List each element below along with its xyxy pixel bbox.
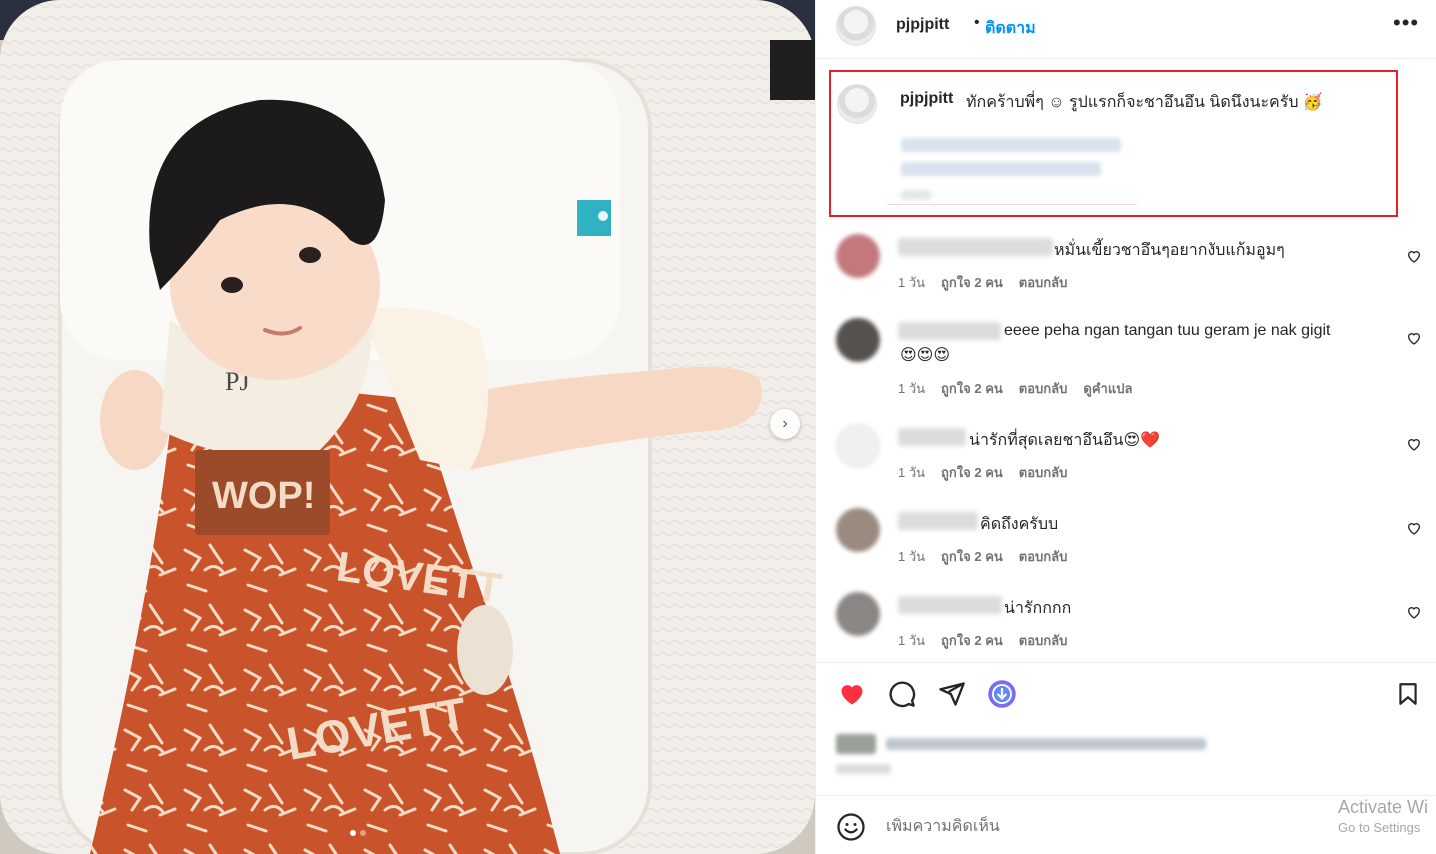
commenter-name[interactable] xyxy=(898,428,966,446)
paper-plane-icon xyxy=(939,682,965,706)
comment-likes[interactable]: ถูกใจ 2 คน xyxy=(941,546,1003,567)
input-divider xyxy=(816,795,1436,796)
liked-by-avatars xyxy=(836,734,876,754)
comment-text: หมั่นเขี้ยวชาอึนๆอยากงับแก้มอูมๆ xyxy=(1054,242,1285,259)
comment-input[interactable] xyxy=(886,816,1306,838)
caption-text: ทักคร้าบพี่ๆ ☺︎ รูปแรกก็จะชาอึนอึน นิดนึ… xyxy=(966,94,1323,111)
header-divider xyxy=(816,58,1436,59)
heart-outline-icon[interactable] xyxy=(1406,604,1422,620)
caption-hidden-line xyxy=(901,190,931,200)
comment-likes[interactable]: ถูกใจ 2 คน xyxy=(941,462,1003,483)
chevron-right-icon: › xyxy=(782,415,788,432)
comment-button[interactable] xyxy=(886,678,918,710)
comment-likes[interactable]: ถูกใจ 2 คน xyxy=(941,272,1003,293)
commenter-name[interactable] xyxy=(898,322,1001,340)
reply-button[interactable]: ตอบกลับ xyxy=(1019,462,1068,483)
save-button[interactable] xyxy=(1392,678,1424,710)
windows-activation-watermark: Activate Wi Go to Settings xyxy=(1338,797,1428,835)
comment-meta: 1 วัน ถูกใจ 2 คน ตอบกลับ xyxy=(898,462,1083,483)
follow-button[interactable]: ติดตาม xyxy=(985,16,1036,41)
comment-time: 1 วัน xyxy=(898,275,926,290)
caption-underline xyxy=(887,204,1137,205)
commenter-avatar[interactable] xyxy=(836,318,880,362)
heart-outline-icon[interactable] xyxy=(1406,248,1422,264)
comment-item: หมั่นเขี้ยวชาอึนๆอยากงับแก้มอูมๆ 1 วัน ถ… xyxy=(816,234,1436,314)
watermark-line1: Activate Wi xyxy=(1338,797,1429,817)
bookmark-icon xyxy=(1399,683,1417,705)
author-avatar[interactable] xyxy=(836,6,876,46)
post-photo: PJ WOP! LOVETT LOVETT › xyxy=(0,0,815,854)
liked-by-text xyxy=(886,738,1206,750)
carousel-dots xyxy=(350,830,366,836)
comment-text-emoji: 😍😍😍 xyxy=(900,347,951,364)
comment-item: น่ารักที่สุดเลยชาอึนอึน😍❤️ 1 วัน ถูกใจ 2… xyxy=(816,424,1436,504)
comment-time: 1 วัน xyxy=(898,549,926,564)
heart-outline-icon[interactable] xyxy=(1406,330,1422,346)
comment-text: น่ารักที่สุดเลยชาอึนอึน😍❤️ xyxy=(969,432,1161,449)
post-side-panel: pjpjpitt • ติดตาม ••• pjpjpitt ทักคร้าบพ… xyxy=(815,0,1436,854)
comment-text: น่ารักกกก xyxy=(1004,600,1072,617)
download-circle-icon xyxy=(988,680,1016,708)
actions-divider xyxy=(816,662,1436,663)
comment-meta: 1 วัน ถูกใจ 2 คน ตอบกลับ ดูคำแปล xyxy=(898,378,1148,399)
comment-text: คิดถึงครับบ xyxy=(980,516,1059,533)
watermark-line2: Go to Settings xyxy=(1338,820,1421,835)
reply-button[interactable]: ตอบกลับ xyxy=(1019,272,1068,293)
post-header: pjpjpitt • ติดตาม ••• xyxy=(816,0,1436,52)
reply-button[interactable]: ตอบกลับ xyxy=(1019,378,1068,399)
comment-item: eeee peha ngan tangan tuu geram je nak g… xyxy=(816,318,1436,398)
separator-dot: • xyxy=(974,14,980,31)
reply-button[interactable]: ตอบกลับ xyxy=(1019,630,1068,651)
translate-button[interactable]: ดูคำแปล xyxy=(1083,378,1132,399)
pocket-text: WOP! xyxy=(212,475,315,517)
heart-outline-icon[interactable] xyxy=(1406,520,1422,536)
commenter-name[interactable] xyxy=(898,596,1002,614)
caption-highlight: pjpjpitt ทักคร้าบพี่ๆ ☺︎ รูปแรกก็จะชาอึน… xyxy=(829,70,1398,217)
heart-filled-icon xyxy=(841,685,863,705)
download-button[interactable] xyxy=(986,678,1018,710)
more-options-icon[interactable]: ••• xyxy=(1393,10,1419,36)
comment-meta: 1 วัน ถูกใจ 2 คน ตอบกลับ xyxy=(898,272,1083,293)
heart-outline-icon[interactable] xyxy=(1406,436,1422,452)
commenter-name[interactable] xyxy=(898,238,1053,256)
comment-meta: 1 วัน ถูกใจ 2 คน ตอบกลับ xyxy=(898,630,1083,651)
commenter-avatar[interactable] xyxy=(836,508,880,552)
comment-likes[interactable]: ถูกใจ 2 คน xyxy=(941,378,1003,399)
smiley-icon xyxy=(837,813,865,841)
comment-bubble-icon xyxy=(889,681,916,708)
comment-item: คิดถึงครับบ 1 วัน ถูกใจ 2 คน ตอบกลับ xyxy=(816,508,1436,588)
commenter-avatar[interactable] xyxy=(836,592,880,636)
comment-time: 1 วัน xyxy=(898,381,926,396)
comment-time: 1 วัน xyxy=(898,465,926,480)
comment-meta: 1 วัน ถูกใจ 2 คน ตอบกลับ xyxy=(898,546,1083,567)
commenter-avatar[interactable] xyxy=(836,424,880,468)
next-photo-button[interactable]: › xyxy=(770,409,800,439)
post-date xyxy=(836,764,891,774)
commenter-name[interactable] xyxy=(898,512,978,530)
commenter-avatar[interactable] xyxy=(836,234,880,278)
photo-illustration: PJ WOP! LOVETT LOVETT xyxy=(0,0,815,854)
comment-text: eeee peha ngan tangan tuu geram je nak g… xyxy=(1004,322,1331,339)
carousel-dot-active xyxy=(350,830,356,836)
reply-button[interactable]: ตอบกลับ xyxy=(1019,546,1068,567)
comment-item: น่ารักกกก 1 วัน ถูกใจ 2 คน ตอบกลับ xyxy=(816,592,1436,672)
caption-username[interactable]: pjpjpitt xyxy=(900,90,953,108)
caption-hidden-line xyxy=(901,138,1121,152)
author-username[interactable]: pjpjpitt xyxy=(896,16,949,34)
comment-time: 1 วัน xyxy=(898,633,926,648)
caption-hidden-line xyxy=(901,162,1101,176)
carousel-dot xyxy=(360,830,366,836)
emoji-button[interactable] xyxy=(836,812,866,842)
liked-by-row[interactable] xyxy=(836,730,1256,780)
caption-avatar[interactable] xyxy=(837,84,877,124)
like-button[interactable] xyxy=(836,678,868,710)
comment-likes[interactable]: ถูกใจ 2 คน xyxy=(941,630,1003,651)
share-button[interactable] xyxy=(936,678,968,710)
